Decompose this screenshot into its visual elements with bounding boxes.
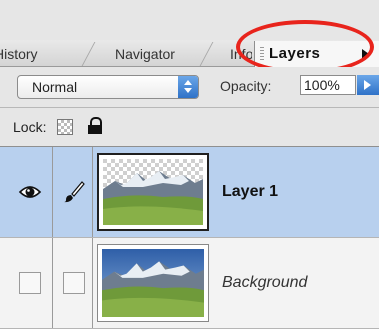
palette-tab-strip: History Navigator Info Layers bbox=[0, 40, 379, 67]
blend-options-bar: Normal Opacity: 100% bbox=[0, 67, 379, 108]
layer-row-background[interactable]: Background bbox=[0, 238, 379, 329]
tab-layers-label: Layers bbox=[269, 45, 321, 62]
tab-layers[interactable]: Layers bbox=[254, 41, 379, 67]
layer-thumbnail[interactable] bbox=[97, 153, 209, 231]
layer-name: Layer 1 bbox=[222, 183, 279, 200]
eye-icon[interactable] bbox=[18, 180, 42, 204]
mountain-landscape-thumbnail bbox=[102, 249, 204, 317]
link-toggle-empty[interactable] bbox=[63, 272, 85, 294]
lock-label: Lock: bbox=[13, 119, 47, 135]
lock-transparent-pixels-icon[interactable] bbox=[57, 119, 73, 135]
layer-row-layer-1[interactable]: Layer 1 bbox=[0, 147, 379, 238]
opacity-slider-button[interactable] bbox=[357, 75, 379, 95]
paintbrush-icon[interactable] bbox=[62, 180, 86, 204]
mountain-landscape-thumbnail bbox=[103, 159, 203, 225]
tab-info[interactable]: Info bbox=[230, 44, 252, 64]
layers-palette: History Navigator Info Layers Normal Opa… bbox=[0, 0, 379, 329]
palette-menu-arrow-icon[interactable] bbox=[362, 49, 369, 59]
blend-mode-dropdown[interactable]: Normal bbox=[17, 75, 199, 99]
play-arrow-icon bbox=[364, 80, 371, 90]
dropdown-stepper-icon bbox=[178, 76, 198, 98]
tab-divider bbox=[199, 42, 214, 66]
tab-grip-icon bbox=[260, 47, 264, 61]
layer-name: Background bbox=[222, 274, 308, 291]
layer-thumbnail[interactable] bbox=[97, 244, 209, 322]
visibility-toggle-empty[interactable] bbox=[19, 272, 41, 294]
tab-navigator[interactable]: Navigator bbox=[115, 44, 195, 64]
tab-history[interactable]: History bbox=[0, 44, 64, 64]
opacity-input[interactable]: 100% bbox=[300, 75, 356, 95]
opacity-label: Opacity: bbox=[220, 78, 272, 94]
tab-divider bbox=[81, 42, 96, 66]
blend-mode-value: Normal bbox=[32, 79, 78, 95]
lock-options-bar: Lock: bbox=[0, 108, 379, 147]
lock-all-icon[interactable] bbox=[87, 117, 103, 135]
